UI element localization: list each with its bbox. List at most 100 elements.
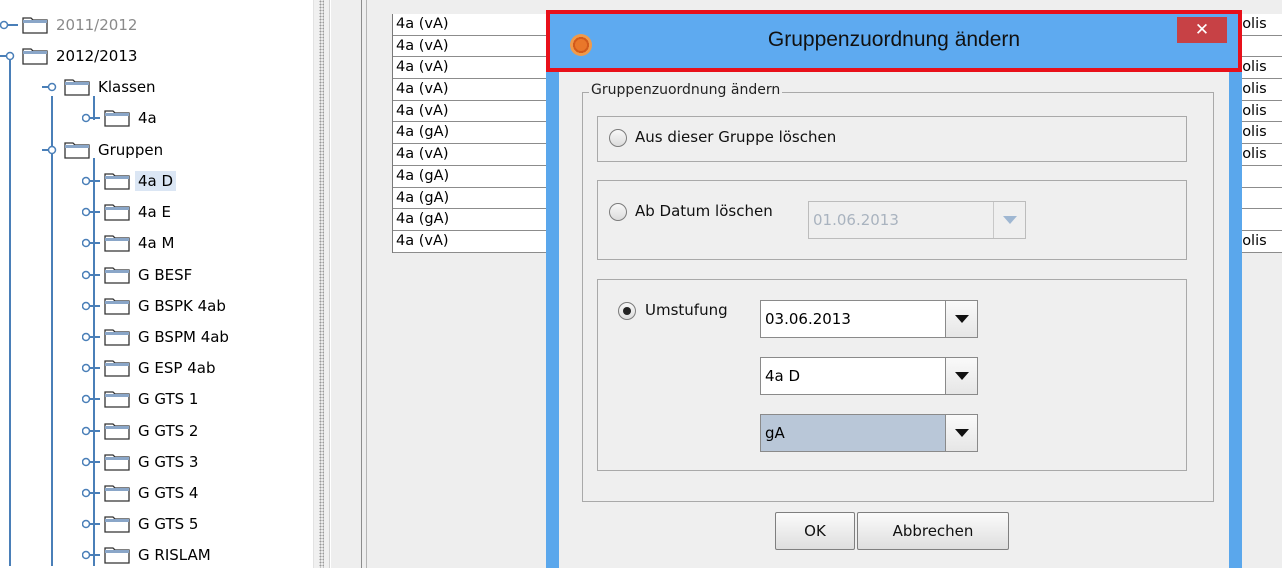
collapsed-node-icon[interactable] <box>81 174 100 188</box>
tree-item-label: Gruppen <box>98 141 164 159</box>
collapsed-node-icon[interactable] <box>81 424 100 438</box>
tree-item-g-gts-4[interactable]: G GTS 4 <box>81 478 201 508</box>
folder-icon <box>104 267 130 284</box>
table-cell: 4a (gA) <box>396 167 450 184</box>
collapsed-node-icon[interactable] <box>81 548 100 562</box>
change-group-dialog: Gruppenzuordnung ändern ✕ Gruppenzuordnu… <box>546 10 1242 568</box>
collapsed-node-icon[interactable] <box>81 111 100 125</box>
expanded-node-icon[interactable] <box>42 143 60 157</box>
folder-icon <box>104 360 130 377</box>
grip-icon <box>319 0 324 568</box>
expanded-node-icon[interactable] <box>42 80 60 94</box>
tree-item-4a-e[interactable]: 4a E <box>81 197 174 227</box>
delete-option-panel: Aus dieser Gruppe löschen <box>597 116 1187 162</box>
divider <box>366 0 367 568</box>
table-cell: 4a (vA) <box>396 146 449 163</box>
folder-icon <box>104 204 130 221</box>
table-cell: 4a (gA) <box>396 189 450 206</box>
delete-option-radio[interactable] <box>609 129 627 147</box>
folder-icon <box>104 454 130 471</box>
table-cell: 4a (vA) <box>396 59 449 76</box>
collapsed-node-icon[interactable] <box>81 205 100 219</box>
tree-item-label: G BESF <box>138 266 193 284</box>
tree-item-label: G BSPM 4ab <box>138 328 229 346</box>
close-button[interactable]: ✕ <box>1177 17 1227 43</box>
folder-icon <box>104 173 130 190</box>
tree-item-label: 4a D <box>135 171 177 191</box>
expanded-node-icon[interactable] <box>0 49 18 63</box>
collapsed-node-icon[interactable] <box>81 299 100 313</box>
tree-item-gruppen[interactable]: Gruppen <box>42 135 166 165</box>
reassign-level-combo[interactable]: gA <box>760 414 978 452</box>
tree-item-label: 2012/2013 <box>56 47 138 65</box>
table-cell: 4a (vA) <box>396 37 449 54</box>
reassign-date-combo[interactable]: 03.06.2013 <box>760 300 978 338</box>
tree-item-label: 4a M <box>138 234 175 252</box>
tree-panel: 2011/2012 2012/2013 Klassen 4a Gruppen 4… <box>0 0 312 568</box>
delete-from-date-label[interactable]: Ab Datum löschen <box>635 202 773 220</box>
tree-item-4a-d[interactable]: 4a D <box>81 166 177 196</box>
tree-item-label: G RISLAM <box>138 546 211 564</box>
collapsed-node-icon[interactable] <box>0 18 18 32</box>
tree-item-label: 2011/2012 <box>56 16 138 34</box>
tree-item-4a[interactable]: 4a <box>81 103 160 133</box>
delete-from-date-radio[interactable] <box>609 203 627 221</box>
tree-item-g-gts-5[interactable]: G GTS 5 <box>81 509 201 539</box>
collapsed-node-icon[interactable] <box>81 517 100 531</box>
tree-item-klassen[interactable]: Klassen <box>42 72 159 102</box>
reassign-group-value: 4a D <box>765 367 801 385</box>
reassign-radio[interactable] <box>618 302 636 320</box>
tree-item-g-rislam[interactable]: G RISLAM <box>81 540 214 568</box>
tree-item-4a-m[interactable]: 4a M <box>81 228 177 258</box>
tree-item-label: G GTS 1 <box>138 390 199 408</box>
tree-item-g-gts-1[interactable]: G GTS 1 <box>81 384 201 414</box>
collapsed-node-icon[interactable] <box>81 392 100 406</box>
tree-item-2011-2012[interactable]: 2011/2012 <box>0 10 140 40</box>
chevron-down-icon <box>993 202 1025 238</box>
tree-item-label: G GTS 2 <box>138 422 199 440</box>
collapsed-node-icon[interactable] <box>81 236 100 250</box>
reassign-level-value: gA <box>765 424 785 442</box>
folder-icon <box>104 423 130 440</box>
dialog-body: Gruppenzuordnung ändern Aus dieser Grupp… <box>559 72 1229 568</box>
collapsed-node-icon[interactable] <box>81 486 100 500</box>
tree-item-label: Klassen <box>98 78 156 96</box>
tree-item-g-besf[interactable]: G BESF <box>81 260 195 290</box>
reassign-panel: Umstufung 03.06.2013 4a D gA <box>597 279 1187 471</box>
tree-item-g-gts-2[interactable]: G GTS 2 <box>81 416 201 446</box>
chevron-down-icon[interactable] <box>945 415 977 451</box>
folder-icon <box>104 298 130 315</box>
folder-icon <box>104 391 130 408</box>
collapsed-node-icon[interactable] <box>81 361 100 375</box>
dialog-title-bar[interactable]: Gruppenzuordnung ändern ✕ <box>546 10 1242 72</box>
reassign-label[interactable]: Umstufung <box>645 301 728 319</box>
group-box-title: Gruppenzuordnung ändern <box>589 82 783 98</box>
collapsed-node-icon[interactable] <box>81 330 100 344</box>
tree-item-2012-2013[interactable]: 2012/2013 <box>0 41 140 71</box>
chevron-down-icon[interactable] <box>945 358 977 394</box>
table-cell: 4a (vA) <box>396 81 449 98</box>
folder-icon <box>64 79 90 96</box>
delete-date-combo: 01.06.2013 <box>808 201 1026 239</box>
table-cell: 4a (vA) <box>396 102 449 119</box>
reassign-group-combo[interactable]: 4a D <box>760 357 978 395</box>
folder-icon <box>64 142 90 159</box>
tree-item-label: G GTS 5 <box>138 515 199 533</box>
tree-item-g-bspm-4ab[interactable]: G BSPM 4ab <box>81 322 232 352</box>
group-box: Gruppenzuordnung ändern Aus dieser Grupp… <box>582 82 1214 502</box>
tree-item-label: 4a <box>138 109 157 127</box>
chevron-down-icon[interactable] <box>945 301 977 337</box>
delete-option-label[interactable]: Aus dieser Gruppe löschen <box>635 128 836 146</box>
table-cell: 4a (vA) <box>396 16 449 32</box>
tree-item-label: G ESP 4ab <box>138 359 216 377</box>
collapsed-node-icon[interactable] <box>81 268 100 282</box>
collapsed-node-icon[interactable] <box>81 455 100 469</box>
tree-item-label: G GTS 3 <box>138 453 199 471</box>
folder-icon <box>104 516 130 533</box>
tree-item-g-bspk-4ab[interactable]: G BSPK 4ab <box>81 291 229 321</box>
cancel-button[interactable]: Abbrechen <box>857 512 1009 550</box>
tree-item-g-esp-4ab[interactable]: G ESP 4ab <box>81 353 218 383</box>
tree-item-g-gts-3[interactable]: G GTS 3 <box>81 447 201 477</box>
ok-button[interactable]: OK <box>775 512 855 550</box>
split-pane-divider[interactable] <box>313 0 330 568</box>
